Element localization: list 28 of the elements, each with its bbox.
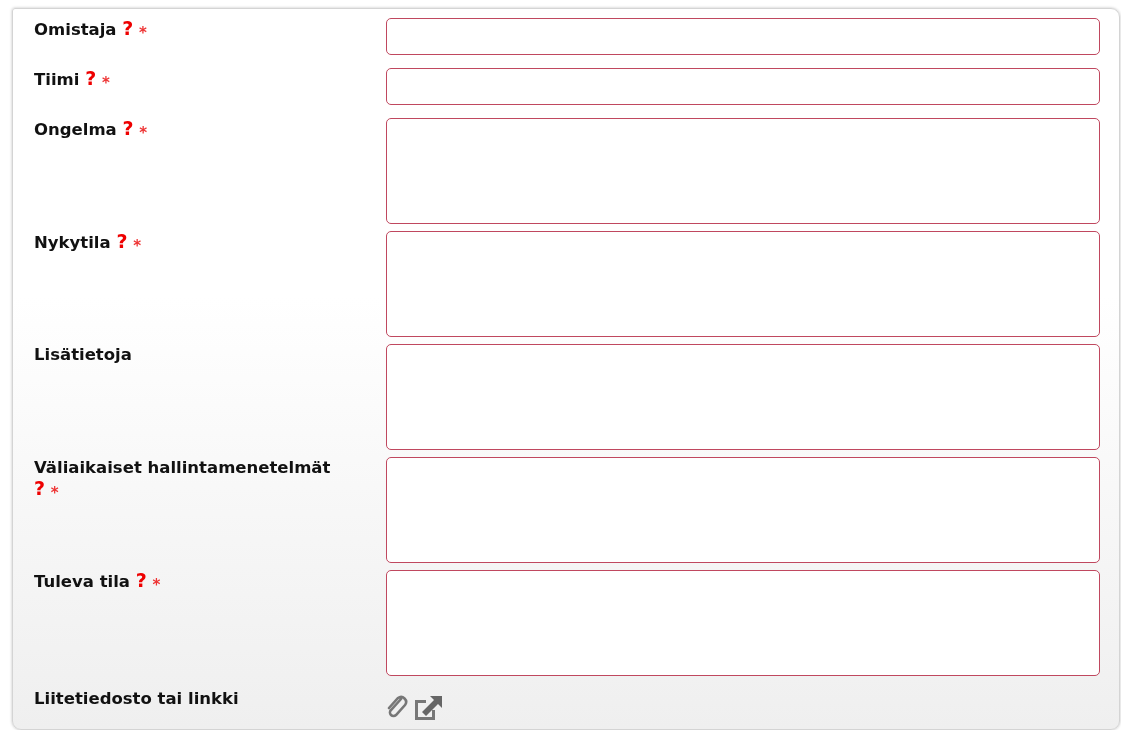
help-link[interactable]: ? bbox=[135, 569, 147, 591]
field-label: Tiimi bbox=[34, 70, 80, 89]
required-mark: * bbox=[139, 124, 148, 142]
text-area[interactable] bbox=[386, 344, 1100, 450]
field-label: Nykytila bbox=[34, 233, 111, 252]
help-link[interactable]: ? bbox=[116, 230, 128, 252]
help-link[interactable]: ? bbox=[85, 67, 97, 89]
text-field[interactable] bbox=[386, 18, 1100, 55]
field-label: Väliaikaiset hallintamenetelmät bbox=[34, 458, 331, 477]
text-area[interactable] bbox=[386, 231, 1100, 337]
help-link[interactable]: ? bbox=[34, 477, 46, 499]
required-mark: * bbox=[133, 237, 142, 255]
field-label: Liitetiedosto tai linkki bbox=[34, 689, 239, 708]
field-label: Tuleva tila bbox=[34, 572, 130, 591]
help-link[interactable]: ? bbox=[122, 117, 134, 139]
required-mark: * bbox=[139, 24, 147, 42]
text-area[interactable] bbox=[386, 118, 1100, 224]
field-label: Omistaja bbox=[34, 20, 117, 39]
help-link[interactable]: ? bbox=[122, 17, 134, 39]
paperclip-icon[interactable] bbox=[386, 695, 408, 719]
field-label: Lisätietoja bbox=[34, 345, 132, 364]
text-area[interactable] bbox=[386, 570, 1100, 676]
field-label: Ongelma bbox=[34, 120, 117, 139]
text-field[interactable] bbox=[386, 68, 1100, 105]
text-area[interactable] bbox=[386, 457, 1100, 563]
required-mark: * bbox=[152, 576, 161, 594]
required-mark: * bbox=[101, 74, 110, 92]
required-mark: * bbox=[50, 484, 59, 502]
